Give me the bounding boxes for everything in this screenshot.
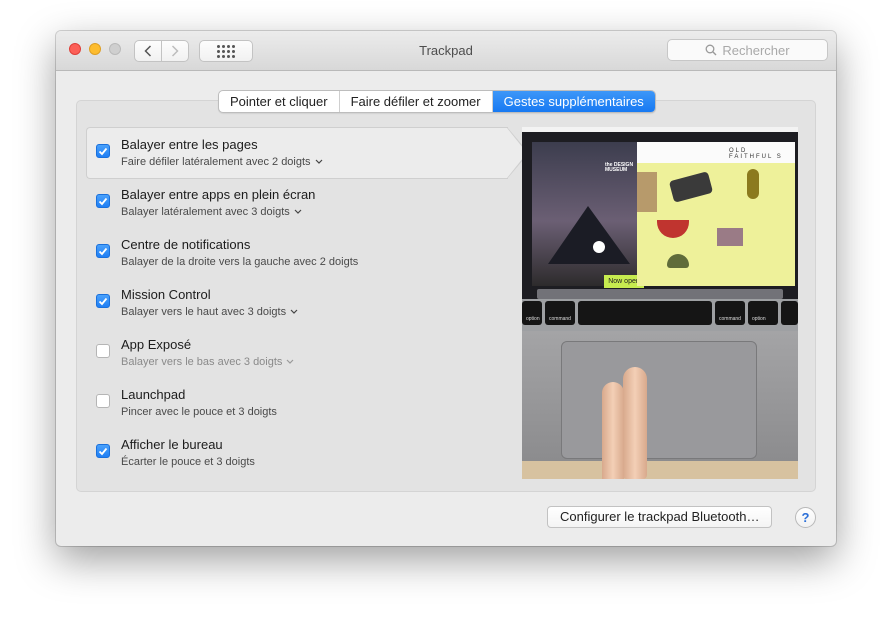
- key-label: command: [549, 316, 571, 322]
- title-bar: Trackpad Rechercher: [56, 31, 836, 71]
- checkmark-icon: [98, 147, 108, 155]
- preview-palm-rest: [522, 331, 798, 461]
- gesture-subtitle-menu[interactable]: Balayer vers le haut avec 3 doigts: [121, 306, 298, 318]
- gesture-checkbox[interactable]: [96, 244, 110, 258]
- gesture-checkbox[interactable]: [96, 394, 110, 408]
- checkmark-icon: [98, 447, 108, 455]
- gesture-row-mission-control[interactable]: Mission Control Balayer vers le haut ave…: [94, 287, 494, 331]
- tab-pointer-et-cliquer[interactable]: Pointer et cliquer: [219, 91, 340, 112]
- preview-finger: [623, 367, 647, 479]
- preview-product-image: [747, 169, 759, 199]
- gesture-row-apps-plein-ecran[interactable]: Balayer entre apps en plein écran Balaye…: [94, 187, 494, 231]
- tab-gestes-supplementaires[interactable]: Gestes supplémentaires: [492, 91, 655, 112]
- preferences-window: Trackpad Rechercher Pointer et cliquer F…: [56, 31, 836, 546]
- gesture-subtitle: Balayer vers le bas avec 3 doigts: [121, 356, 283, 368]
- gesture-subtitle: Balayer de la droite vers la gauche avec…: [121, 256, 359, 268]
- tab-bar: Pointer et cliquer Faire défiler et zoom…: [218, 90, 656, 113]
- key-label: option: [526, 316, 540, 322]
- search-icon: [705, 44, 717, 56]
- grid-icon: [217, 44, 235, 58]
- preview-screen: the DESIGN MUSEUM Now open OLD FAITHFUL …: [522, 127, 798, 299]
- key-label: command: [719, 316, 741, 322]
- gesture-subtitle-menu[interactable]: Faire défiler latéralement avec 2 doigts: [121, 156, 323, 168]
- gesture-row-centre-notifications[interactable]: Centre de notifications Balayer de la dr…: [94, 237, 494, 281]
- chevron-right-icon: [171, 45, 179, 57]
- zoom-window-button[interactable]: [109, 43, 121, 55]
- gesture-title: App Exposé: [121, 337, 192, 352]
- preview-menubar: [522, 127, 798, 132]
- gesture-title: Balayer entre apps en plein écran: [121, 187, 316, 202]
- show-all-button[interactable]: [199, 40, 253, 62]
- preview-museum-page: the DESIGN MUSEUM Now open: [532, 142, 644, 288]
- preview-pyramid-image: [548, 206, 630, 264]
- gesture-title: Afficher le bureau: [121, 437, 223, 452]
- gesture-title: Launchpad: [121, 387, 186, 402]
- gesture-checkbox[interactable]: [96, 444, 110, 458]
- gesture-row-launchpad[interactable]: Launchpad Pincer avec le pouce et 3 doig…: [94, 387, 494, 431]
- gesture-title: Mission Control: [121, 287, 211, 302]
- preview-product-image: [667, 254, 689, 268]
- gesture-subtitle: Balayer vers le haut avec 3 doigts: [121, 306, 287, 318]
- gesture-checkbox[interactable]: [96, 194, 110, 208]
- chevron-down-icon: [286, 359, 294, 364]
- gesture-preview-video: the DESIGN MUSEUM Now open OLD FAITHFUL …: [522, 127, 798, 479]
- help-button[interactable]: ?: [795, 507, 816, 528]
- preview-museum-text: the DESIGN MUSEUM: [605, 162, 634, 173]
- key-label: option: [752, 316, 766, 322]
- checkmark-icon: [98, 247, 108, 255]
- gesture-checkbox[interactable]: [96, 294, 110, 308]
- gesture-subtitle-menu[interactable]: Balayer latéralement avec 3 doigts: [121, 206, 302, 218]
- close-window-button[interactable]: [69, 43, 81, 55]
- chevron-down-icon: [294, 209, 302, 214]
- chevron-left-icon: [144, 45, 152, 57]
- preview-shop-title: OLD FAITHFUL S: [729, 148, 783, 160]
- spacebar: [578, 301, 712, 325]
- gesture-title: Centre de notifications: [121, 237, 251, 252]
- preview-trackpad: [561, 341, 757, 459]
- checkmark-icon: [98, 297, 108, 305]
- gesture-checkbox[interactable]: [96, 344, 110, 358]
- gesture-subtitle: Faire défiler latéralement avec 2 doigts: [121, 156, 311, 168]
- gesture-subtitle-menu[interactable]: Balayer vers le bas avec 3 doigts: [121, 356, 294, 368]
- gesture-title: Balayer entre les pages: [121, 137, 258, 152]
- checkmark-icon: [98, 197, 108, 205]
- preview-product-image: [717, 228, 743, 246]
- preview-product-image: [657, 220, 689, 238]
- play-icon: [593, 241, 605, 253]
- tab-faire-defiler-et-zoomer[interactable]: Faire défiler et zoomer: [340, 91, 493, 112]
- chevron-down-icon: [315, 159, 322, 164]
- minimize-window-button[interactable]: [89, 43, 101, 55]
- back-button[interactable]: [134, 40, 162, 62]
- gesture-row-app-expose[interactable]: App Exposé Balayer vers le bas avec 3 do…: [94, 337, 494, 381]
- chevron-down-icon: [290, 309, 298, 314]
- gesture-checkbox[interactable]: [96, 144, 110, 158]
- preview-finger: [602, 382, 624, 479]
- gesture-row-balayer-pages[interactable]: Balayer entre les pages Faire défiler la…: [94, 137, 494, 181]
- gesture-subtitle: Écarter le pouce et 3 doigts: [121, 456, 255, 468]
- preview-shop-page: OLD FAITHFUL S: [637, 142, 795, 286]
- preview-dock: [537, 289, 783, 299]
- forward-button[interactable]: [161, 40, 189, 62]
- search-placeholder: Rechercher: [722, 42, 790, 58]
- configure-bluetooth-trackpad-button[interactable]: Configurer le trackpad Bluetooth…: [547, 506, 773, 528]
- gesture-subtitle: Balayer latéralement avec 3 doigts: [121, 206, 290, 218]
- preview-product-image: [668, 171, 714, 203]
- search-field[interactable]: Rechercher: [667, 39, 828, 61]
- gesture-row-afficher-bureau[interactable]: Afficher le bureau Écarter le pouce et 3…: [94, 437, 494, 481]
- preview-product-image: [637, 172, 657, 212]
- preview-keyboard-row: option command command option: [522, 299, 798, 331]
- gesture-subtitle: Pincer avec le pouce et 3 doigts: [121, 406, 277, 418]
